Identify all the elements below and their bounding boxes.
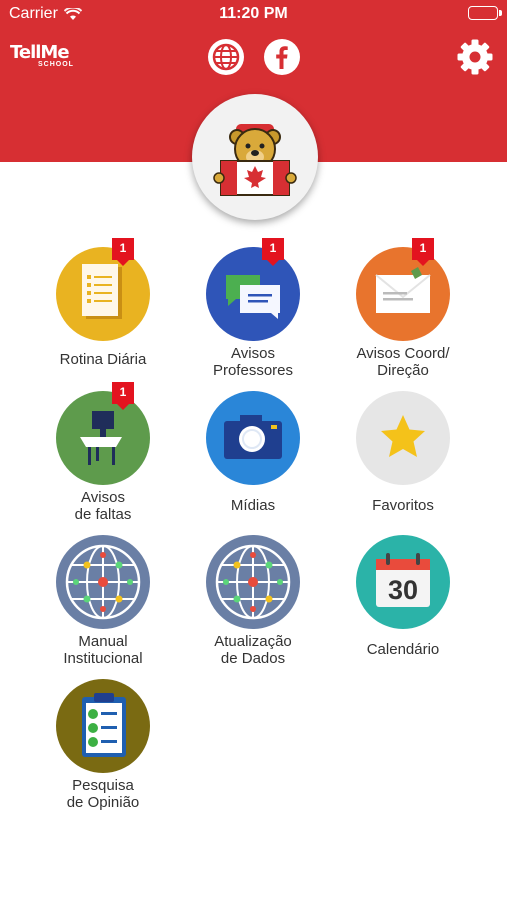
app-logo: TellMe SCHOOL <box>10 42 74 68</box>
tile-midias[interactable]: Mídias <box>178 391 328 514</box>
tile-icon-circle: 30 <box>356 535 450 629</box>
notification-badge: 1 <box>112 382 134 410</box>
school-mascot-avatar <box>192 94 318 220</box>
tile-avisos-professores[interactable]: 1 Avisos Professores <box>178 238 328 379</box>
calendar-day: 30 <box>388 575 418 605</box>
tile-icon-circle <box>206 535 300 629</box>
calendar-icon: 30 <box>376 553 430 607</box>
facebook-button[interactable] <box>264 39 300 75</box>
tile-icon-circle <box>56 679 150 773</box>
tile-avisos-coord-direcao[interactable]: 1 Avisos Coord/ Direção <box>328 238 478 379</box>
checklist-icon <box>82 264 122 319</box>
network-globe-icon <box>65 544 141 620</box>
tile-label: Manual Institucional <box>63 633 143 667</box>
envelope-icon <box>375 267 431 313</box>
tile-manual-institucional[interactable]: Manual Institucional <box>28 535 178 667</box>
facebook-icon <box>276 46 288 69</box>
battery-icon <box>468 6 502 20</box>
tile-atualizacao-de-dados[interactable]: Atualização de Dados <box>178 535 328 667</box>
status-time: 11:20 PM <box>219 5 288 22</box>
notification-badge: 1 <box>262 238 284 266</box>
bear-canada-flag-icon <box>213 124 297 196</box>
status-bar: Carrier 11:20 PM <box>0 0 507 28</box>
tile-label: Pesquisa de Opinião <box>66 777 140 811</box>
tile-label: Favoritos <box>372 497 434 514</box>
tile-label: Avisos de faltas <box>74 489 132 523</box>
notification-badge: 1 <box>112 238 134 266</box>
logo-subtext: SCHOOL <box>38 61 74 68</box>
globe-icon <box>212 43 240 71</box>
tile-rotina-diaria[interactable]: 1 Rotina Diária <box>28 238 178 368</box>
tile-icon-circle <box>356 391 450 485</box>
tile-icon-circle <box>206 391 300 485</box>
language-button[interactable] <box>208 39 244 75</box>
tile-label: Calendário <box>366 641 440 658</box>
tile-calendario[interactable]: 30 Calendário <box>328 535 478 658</box>
tile-icon-circle: 1 <box>56 382 150 485</box>
tile-avisos-de-faltas[interactable]: 1 Avisos de faltas <box>28 382 178 523</box>
camera-icon <box>224 415 282 459</box>
tile-label: Avisos Professores <box>212 345 294 379</box>
tile-label: Atualização de Dados <box>214 633 292 667</box>
tile-icon-circle: 1 <box>356 238 450 341</box>
tile-icon-circle: 1 <box>206 238 300 341</box>
star-icon <box>381 415 425 457</box>
tile-label: Rotina Diária <box>59 351 147 368</box>
tile-label: Mídias <box>230 497 276 514</box>
tile-pesquisa-de-opiniao[interactable]: Pesquisa de Opinião <box>28 679 178 811</box>
settings-button[interactable] <box>456 38 494 76</box>
tile-icon-circle: 1 <box>56 238 150 341</box>
tile-label: Avisos Coord/ Direção <box>356 345 450 379</box>
logo-text: TellMe <box>10 42 70 63</box>
network-globe-icon <box>215 544 291 620</box>
notification-badge: 1 <box>412 238 434 266</box>
school-desk-icon <box>80 411 122 465</box>
chat-bubbles-icon <box>226 275 280 319</box>
tile-icon-circle <box>56 535 150 629</box>
tile-favoritos[interactable]: Favoritos <box>328 391 478 514</box>
clipboard-icon <box>82 693 126 757</box>
